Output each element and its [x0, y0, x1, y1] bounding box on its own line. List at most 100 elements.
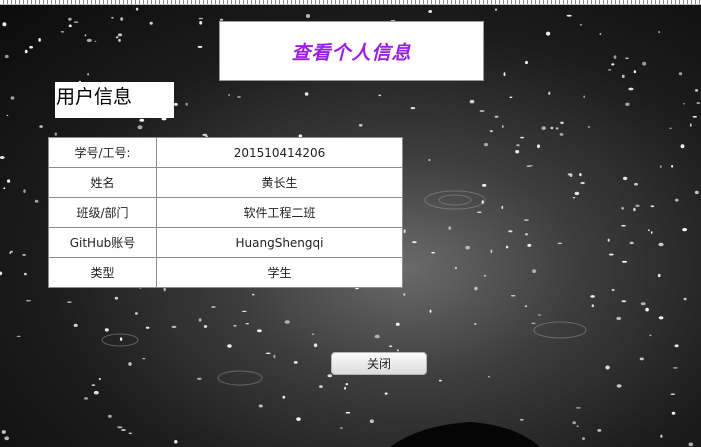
rain-drop: [501, 125, 504, 128]
rain-drop: [526, 165, 531, 167]
rain-drop: [174, 440, 178, 444]
rain-drop: [555, 127, 559, 130]
rain-drop: [117, 33, 123, 37]
rain-drop: [60, 31, 65, 33]
rain-drop: [469, 99, 475, 104]
rain-drop: [211, 306, 216, 308]
rain-drop: [258, 404, 263, 408]
rain-drop: [410, 107, 416, 110]
rain-drop: [488, 375, 490, 378]
rain-drop: [680, 144, 685, 149]
rain-drop: [199, 21, 203, 25]
rain-drop: [519, 418, 524, 421]
rain-drop: [98, 377, 101, 381]
rain-drop: [622, 176, 628, 181]
rain-drop: [38, 38, 41, 42]
rain-drop: [117, 426, 123, 429]
rain-drop: [25, 299, 32, 302]
rain-drop: [650, 205, 655, 208]
rain-drop: [683, 103, 685, 105]
user-info-table: 学号/工号: 201510414206 姓名 黄长生 班级/部门 软件工程二班 …: [48, 137, 403, 288]
close-button[interactable]: 关闭: [331, 352, 427, 375]
rain-drop: [658, 242, 664, 247]
rain-drop: [395, 322, 400, 326]
rain-drop: [524, 219, 529, 221]
rain-drop: [54, 132, 57, 136]
rain-drop: [87, 73, 89, 76]
rain-drop: [120, 17, 124, 21]
rain-drop: [546, 31, 551, 36]
rain-drop: [23, 189, 26, 194]
rain-drop: [645, 307, 649, 312]
rain-drop: [477, 211, 482, 214]
rain-drop: [660, 165, 662, 168]
rain-drop: [121, 429, 126, 431]
rain-drop: [516, 144, 520, 147]
rain-drop: [142, 358, 146, 360]
rain-drop: [607, 69, 612, 71]
rain-drop: [640, 302, 646, 306]
rain-drop: [428, 10, 433, 13]
rain-drop: [29, 45, 33, 49]
rain-drop: [572, 421, 576, 425]
row-label-student-id: 学号/工号:: [48, 137, 157, 168]
rain-drop: [163, 287, 166, 292]
rain-drop: [273, 354, 276, 359]
rain-drop: [591, 304, 594, 308]
rain-drop: [128, 362, 132, 366]
rain-drop: [510, 295, 516, 297]
rain-drop: [284, 320, 290, 324]
rain-drop: [161, 117, 167, 121]
rain-drop: [658, 316, 664, 320]
rain-drop: [625, 102, 630, 107]
page-background: 查看个人信息 用户信息 学号/工号: 201510414206 姓名 黄长生 班…: [0, 0, 701, 447]
rain-drop: [490, 249, 493, 254]
rain-drop: [237, 96, 241, 98]
rain-drop: [625, 57, 629, 59]
rain-drop: [621, 300, 627, 303]
row-value-class: 软件工程二班: [156, 197, 403, 228]
rain-drop: [86, 38, 92, 43]
rain-drop: [688, 442, 694, 447]
rain-drop: [621, 74, 625, 78]
rain-drop: [479, 110, 485, 112]
rain-drop: [10, 96, 15, 100]
rain-drop: [340, 427, 343, 429]
rain-drop: [531, 322, 536, 324]
rain-drop: [503, 72, 506, 77]
row-value-type: 学生: [156, 257, 403, 288]
rain-drop: [198, 17, 204, 20]
rain-drop: [16, 335, 21, 337]
rain-drop: [474, 286, 478, 291]
rain-drop: [541, 126, 546, 130]
rain-drop: [403, 293, 406, 296]
rain-drop: [599, 33, 602, 35]
row-value-student-id: 201510414206: [156, 137, 403, 168]
rain-drop: [607, 238, 610, 242]
rain-drop: [171, 325, 177, 329]
rain-drop: [532, 269, 537, 273]
rain-drop: [306, 14, 310, 18]
rain-drop: [694, 190, 699, 195]
rain-drop: [39, 125, 43, 128]
rain-drop: [692, 116, 698, 118]
rain-drop: [115, 36, 119, 39]
rain-drop: [23, 272, 27, 276]
rain-drop: [678, 72, 683, 76]
rain-drop: [674, 344, 679, 348]
rain-drop: [197, 377, 202, 380]
rain-drop: [582, 437, 585, 441]
rain-drop: [68, 17, 72, 21]
rain-drop: [197, 45, 203, 48]
rain-drop: [431, 252, 435, 254]
rain-drop: [139, 118, 145, 122]
rain-drop: [137, 125, 143, 130]
rain-drop: [389, 345, 393, 348]
rain-drop: [313, 343, 318, 348]
table-row: 学号/工号: 201510414206: [48, 137, 403, 168]
rain-drop: [489, 130, 493, 133]
rain-drop: [265, 352, 271, 354]
rain-drop: [245, 323, 249, 325]
rain-drop: [580, 181, 585, 185]
rain-drop: [233, 324, 237, 327]
